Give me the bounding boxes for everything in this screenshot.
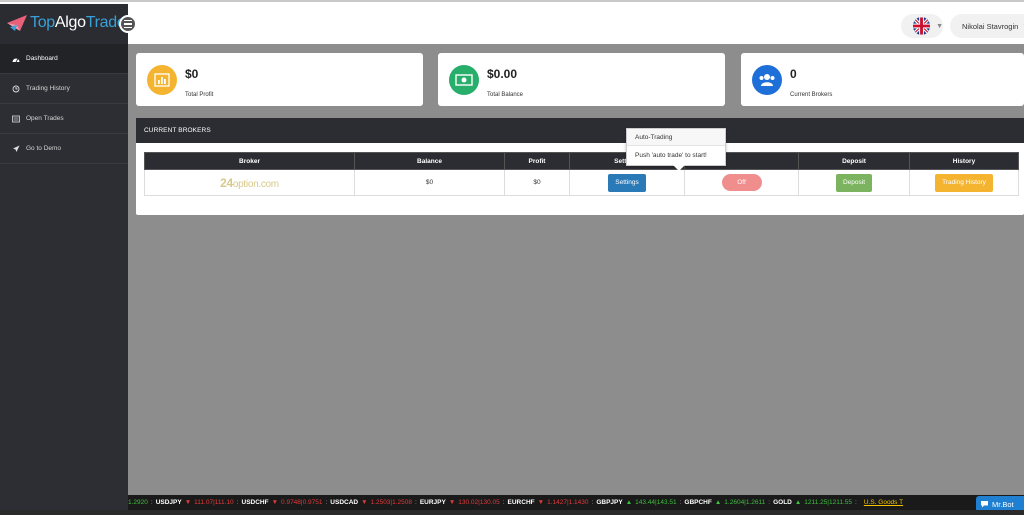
autotrade-cell: Off bbox=[684, 169, 799, 196]
auto-trade-toggle[interactable]: Off bbox=[721, 174, 762, 191]
current-brokers-panel: CURRENT BROKERS Broker Balance Profit Se… bbox=[136, 118, 1024, 215]
ticker-item: 1.2920: bbox=[128, 499, 153, 506]
ticker-item: USDCHF ▼ 0.9748|0.9751: bbox=[241, 499, 328, 506]
list-icon bbox=[12, 115, 20, 122]
brand-area: TopAlgoTrade bbox=[0, 4, 128, 46]
sidebar-item-label: Open Trades bbox=[26, 115, 64, 122]
logo-mark-icon bbox=[7, 15, 27, 31]
sidebar-item-go-to-demo[interactable]: Go to Demo bbox=[0, 134, 128, 164]
uk-flag-icon bbox=[913, 17, 931, 35]
deposit-button[interactable]: Deposit bbox=[835, 173, 873, 192]
history-cell: Trading History bbox=[909, 169, 1019, 196]
chat-bubble-icon bbox=[981, 501, 988, 508]
sidebar: Dashboard Trading History Open Trades Go… bbox=[0, 44, 128, 515]
sidebar-item-label: Dashboard bbox=[26, 55, 58, 62]
market-ticker: 1.2920: USDJPY ▼ 111.07|111.10: USDCHF ▼ 0.9… bbox=[128, 495, 1024, 510]
stat-card-total-balance: $0.00 Total Balance bbox=[438, 53, 725, 106]
ticker-item: USDJPY ▼ 111.07|111.10: bbox=[155, 499, 239, 506]
ticker-item: GBPJPY ▲ 143.44|143.51: bbox=[596, 499, 682, 506]
column-header: Balance bbox=[354, 152, 505, 170]
users-icon bbox=[752, 65, 782, 95]
table-row: 24option.com $0 $0 Settings Off Deposit … bbox=[144, 169, 1019, 196]
stat-card-current-brokers: 0 Current Brokers bbox=[741, 53, 1024, 106]
column-header: Broker bbox=[144, 152, 355, 170]
auto-trading-popover: Auto-Trading Push 'auto trade' to start! bbox=[626, 128, 726, 171]
total-balance-value: $0.00 bbox=[487, 67, 518, 81]
current-brokers-label: Current Brokers bbox=[790, 92, 833, 98]
dashboard-icon bbox=[12, 57, 20, 62]
settings-button[interactable]: Settings bbox=[608, 173, 646, 192]
language-dropdown[interactable]: ▼ bbox=[901, 14, 943, 38]
chevron-down-icon: ▼ bbox=[936, 22, 943, 30]
logo-text: TopAlgoTrade bbox=[30, 14, 126, 31]
history-icon bbox=[12, 85, 20, 92]
chat-bot-label: Mr.Bot bbox=[992, 499, 1014, 509]
news-link[interactable]: U.S. Goods T bbox=[864, 499, 903, 506]
broker-cell: 24option.com bbox=[144, 169, 355, 196]
column-header: Deposit bbox=[798, 152, 910, 170]
sidebar-item-label: Go to Demo bbox=[26, 145, 62, 152]
top-bar: TopAlgoTrade ▼ Nikolai Stavrogin ▼ bbox=[0, 0, 1024, 46]
ticker-item: GOLD ▲ 1211.25|1211.55: bbox=[773, 499, 857, 506]
sidebar-item-open-trades[interactable]: Open Trades bbox=[0, 104, 128, 134]
current-brokers-value: 0 bbox=[790, 67, 797, 81]
rocket-icon bbox=[13, 145, 20, 152]
table-header-row: Broker Balance Profit Settings Deposit H… bbox=[144, 152, 1019, 170]
column-header: History bbox=[909, 152, 1019, 170]
popover-body: Push 'auto trade' to start! bbox=[635, 152, 707, 159]
popover-arrow bbox=[673, 165, 685, 171]
user-name: Nikolai Stavrogin bbox=[962, 21, 1019, 31]
logo[interactable]: TopAlgoTrade bbox=[6, 14, 126, 32]
ticker-item: EURJPY ▼ 130.02|130.05: bbox=[419, 499, 505, 506]
trading-history-button[interactable]: Trading History bbox=[935, 173, 993, 192]
popover-title: Auto-Trading bbox=[627, 129, 725, 146]
app-root: TopAlgoTrade ▼ Nikolai Stavrogin ▼ Dashb… bbox=[0, 0, 1024, 515]
broker-logo[interactable]: 24option.com bbox=[220, 176, 279, 190]
sidebar-item-label: Trading History bbox=[26, 85, 70, 92]
brokers-table: Broker Balance Profit Settings Deposit H… bbox=[144, 152, 1019, 196]
sidebar-item-trading-history[interactable]: Trading History bbox=[0, 74, 128, 104]
taskbar-strip bbox=[0, 510, 1024, 515]
ticker-item: GBPCHF ▲ 1.2604|1.2611: bbox=[684, 499, 771, 506]
column-header: Profit bbox=[504, 152, 570, 170]
total-profit-value: $0 bbox=[185, 67, 199, 81]
money-icon bbox=[449, 65, 479, 95]
menu-toggle-button[interactable] bbox=[119, 15, 137, 33]
balance-cell: $0 bbox=[354, 169, 505, 196]
user-menu[interactable]: Nikolai Stavrogin ▼ bbox=[950, 14, 1024, 38]
deposit-cell: Deposit bbox=[798, 169, 910, 196]
sidebar-item-dashboard[interactable]: Dashboard bbox=[0, 44, 128, 74]
profit-cell: $0 bbox=[504, 169, 570, 196]
bar-chart-icon bbox=[147, 65, 177, 95]
settings-cell: Settings bbox=[569, 169, 685, 196]
total-profit-label: Total Profit bbox=[185, 92, 214, 98]
stat-card-total-profit: $0 Total Profit bbox=[136, 53, 423, 106]
ticker-item: USDCAD ▼ 1.2503|1.2508: bbox=[330, 499, 417, 506]
ticker-item: EURCHF ▼ 1.1427|1.1430: bbox=[507, 499, 594, 506]
total-balance-label: Total Balance bbox=[487, 92, 524, 98]
panel-title: CURRENT BROKERS bbox=[136, 118, 1024, 143]
main-content: $0 Total Profit $0.00 Total Balance 0 Cu… bbox=[128, 44, 1024, 495]
